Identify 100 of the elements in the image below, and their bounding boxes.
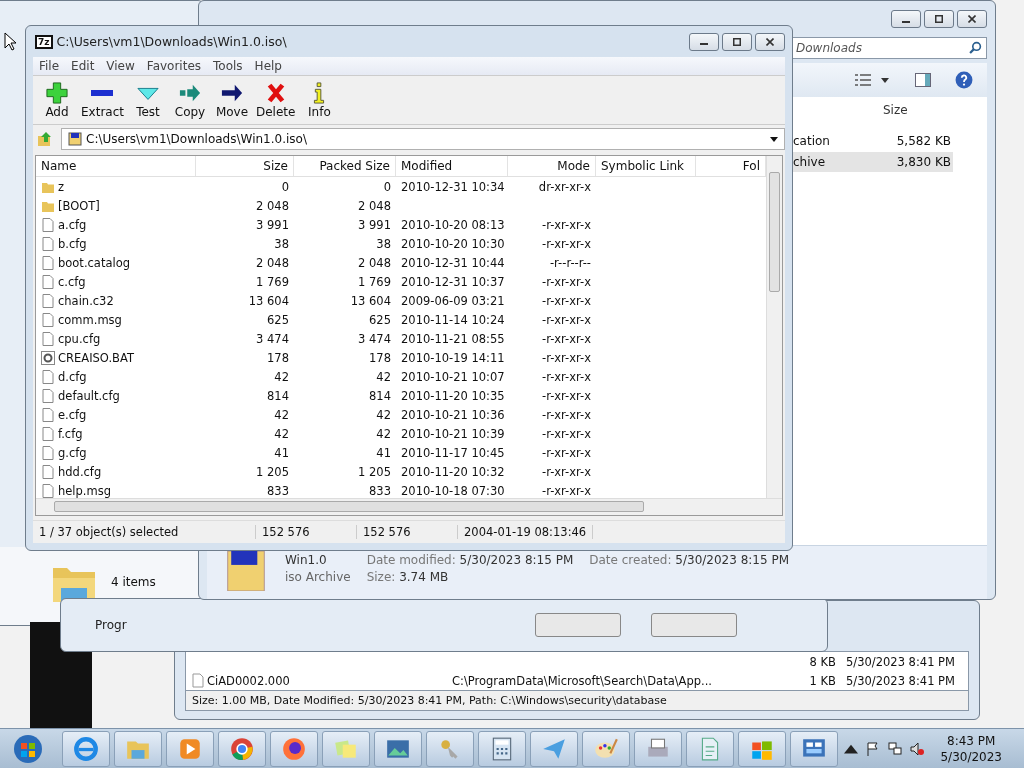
taskbar-button[interactable]: [478, 730, 526, 767]
caret-icon[interactable]: [881, 77, 889, 83]
menu-item[interactable]: Favorites: [146, 59, 202, 73]
toolbar-button[interactable]: Copy: [170, 81, 210, 119]
toolbar-button[interactable]: Extract: [79, 81, 126, 119]
view-list-icon[interactable]: [855, 73, 871, 87]
preview-pane-icon[interactable]: [915, 73, 931, 87]
table-cell-text: 1 769: [255, 273, 290, 291]
table-cell-text: 8 KB: [808, 654, 836, 669]
speaker-muted-icon[interactable]: [910, 741, 925, 756]
file-icon: [41, 331, 55, 346]
plus-icon: [46, 81, 68, 104]
scrollbar[interactable]: [766, 156, 782, 498]
table-cell-text: 13 604: [247, 292, 290, 310]
file-name: comm.msg: [58, 312, 122, 327]
table-cell: -r-xr-xr-x: [542, 445, 591, 460]
table-cell: 2010-10-21 10:39: [401, 426, 505, 441]
table-cell-text: 3 991: [255, 216, 290, 234]
table-cell: -r-xr-xr-x: [542, 331, 591, 346]
toolbar-button[interactable]: Add: [37, 81, 77, 119]
file-name: cpu.cfg: [58, 331, 101, 346]
help-icon[interactable]: [955, 71, 973, 89]
list-row[interactable]: cation 5,582 KB: [793, 131, 953, 151]
table-cell-text: 3 474: [357, 330, 392, 348]
table-cell-text: 2 048: [255, 197, 290, 215]
taskbar-button[interactable]: [790, 730, 838, 767]
detail-field: Date created: 5/30/2023 8:15 PM: [589, 553, 790, 567]
minus-icon: [91, 89, 114, 96]
column-header[interactable]: Name: [36, 156, 196, 176]
menu-item[interactable]: Edit: [71, 59, 95, 73]
table-cell-text: 3 474: [255, 330, 290, 348]
menu-item[interactable]: Help: [254, 59, 282, 73]
search-icon[interactable]: [969, 41, 982, 54]
column-header[interactable]: Packed Size: [294, 156, 396, 176]
clock[interactable]: 8:43 PM 5/30/2023: [940, 732, 1002, 765]
table-cell-text: 41: [375, 444, 392, 462]
taskbar-button[interactable]: [634, 730, 682, 767]
maximize-icon: [733, 37, 741, 46]
file-size: 5,582 KB: [895, 134, 951, 148]
list-row[interactable]: chive 3,830 KB: [793, 152, 953, 172]
column-header[interactable]: Size: [883, 103, 908, 117]
table-cell: -r-xr-xr-x: [542, 464, 591, 479]
table-cell-text: 814: [368, 387, 392, 405]
file-name: boot.catalog: [58, 255, 130, 270]
close-button[interactable]: [957, 10, 987, 28]
flag-icon[interactable]: [866, 741, 881, 756]
table-cell: -r-xr-xr-x: [542, 350, 591, 365]
taskbar-button[interactable]: [270, 730, 318, 767]
address-field[interactable]: C:\Users\vm1\Downloads\Win1.0.iso\: [61, 128, 785, 150]
table-cell: 2010-10-20 10:30: [401, 236, 505, 251]
table-cell-text: 42: [375, 425, 392, 443]
button[interactable]: [535, 613, 621, 637]
browser-icon: [73, 735, 99, 762]
table-cell: -r-xr-xr-x: [542, 483, 591, 498]
column-header[interactable]: Modified: [396, 156, 508, 176]
table-cell-text: 42: [375, 406, 392, 424]
toolbar-button[interactable]: Info: [299, 81, 340, 119]
column-header[interactable]: Mode: [508, 156, 596, 176]
table-cell: -r-xr-xr-x: [542, 293, 591, 308]
table-cell-text: 42: [273, 368, 290, 386]
file-name: a.cfg: [58, 217, 87, 232]
table-cell: 2010-12-31 10:37: [401, 274, 505, 289]
maximize-button[interactable]: [722, 32, 752, 51]
detail-field: Date modified: 5/30/2023 8:15 PM: [366, 553, 574, 567]
close-button[interactable]: [755, 32, 785, 51]
table-cell-text: 625: [368, 311, 392, 329]
window-title: C:\Users\vm1\Downloads\Win1.0.iso\: [56, 34, 287, 49]
menu-item[interactable]: File: [39, 59, 60, 73]
maximize-button[interactable]: [924, 10, 954, 28]
taskbar-button[interactable]: [738, 730, 786, 767]
dropdown-arrow-icon[interactable]: [770, 136, 778, 142]
label: Progr: [95, 618, 127, 632]
file-icon: [41, 407, 55, 422]
status-field: 1 / 37 object(s) selected: [33, 525, 256, 539]
taskbar-button[interactable]: [218, 730, 266, 767]
minimize-button[interactable]: [689, 32, 719, 51]
taskbar-button[interactable]: [374, 730, 422, 767]
table-cell-text: 42: [273, 425, 290, 443]
toolbar-button[interactable]: Move: [212, 81, 252, 119]
file-icon: [41, 293, 55, 308]
taskbar-button[interactable]: [62, 730, 110, 767]
menu-item[interactable]: View: [106, 59, 135, 73]
search-field[interactable]: Downloads: [791, 37, 987, 59]
button[interactable]: [651, 613, 737, 637]
table-cell-text: 38: [375, 235, 392, 253]
file-name: [BOOT]: [58, 198, 100, 213]
menu-item[interactable]: Tools: [213, 59, 243, 73]
toolbar-button[interactable]: Delete: [254, 81, 298, 119]
table-cell-text: 833: [368, 482, 392, 498]
scrollbar[interactable]: [36, 498, 782, 515]
minimize-button[interactable]: [891, 10, 921, 28]
toolbar-button[interactable]: Test: [128, 81, 168, 119]
column-header[interactable]: Size: [196, 156, 294, 176]
iso-file-icon: [68, 132, 82, 146]
table-cell: -r-xr-xr-x: [542, 236, 591, 251]
network-icon[interactable]: [888, 741, 903, 756]
table-cell: 2010-10-21 10:36: [401, 407, 505, 422]
up-folder-icon[interactable]: [37, 131, 53, 147]
column-header[interactable]: Symbolic Link: [596, 156, 696, 176]
table-cell-text: 178: [266, 349, 290, 367]
